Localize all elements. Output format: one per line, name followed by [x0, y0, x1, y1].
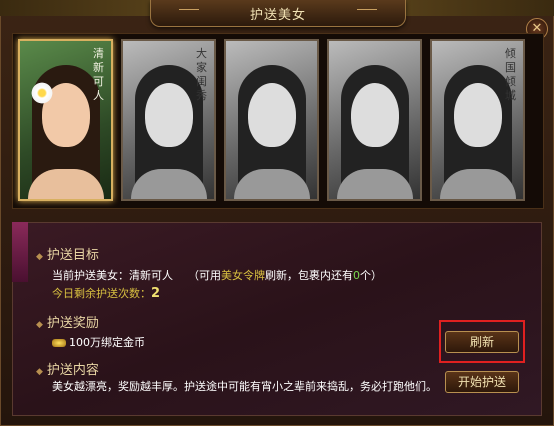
current-beauty-value: 清新可人: [129, 269, 173, 282]
hint-count: 0: [353, 269, 360, 282]
portrait-face: [248, 83, 296, 147]
portrait-caption: 倾国倾城: [505, 47, 516, 102]
portrait-beauty-1[interactable]: 清新可人: [18, 39, 113, 201]
portrait-face: [454, 83, 502, 147]
current-beauty-label: 当前护送美女：: [52, 269, 129, 282]
title-bar: 护送美女: [150, 0, 406, 27]
hint-prefix: （可用: [188, 269, 221, 282]
portrait-beauty-5[interactable]: 倾国倾城: [430, 39, 525, 201]
reward-section-title: ◆ 护送奖励: [36, 312, 99, 331]
bullet-icon: ◆: [36, 320, 43, 330]
reward-line: 100万绑定金币: [52, 334, 145, 350]
hint-item: 美女令牌: [221, 269, 265, 282]
content-title-text: 护送内容: [46, 363, 99, 378]
portrait-caption: 大家闺秀: [196, 47, 207, 102]
title-ornament-right: [357, 9, 377, 18]
content-section-title: ◆ 护送内容: [36, 359, 99, 378]
portrait-face: [351, 83, 399, 147]
bullet-icon: ◆: [36, 367, 43, 377]
refresh-button[interactable]: 刷新: [445, 331, 519, 353]
portrait-beauty-2[interactable]: 大家闺秀: [121, 39, 216, 201]
hint-mid: 刷新，包裹内还有: [265, 269, 353, 282]
gold-coin-icon: [52, 339, 66, 347]
portrait-beauty-4[interactable]: [327, 39, 422, 201]
portrait-beauty-3[interactable]: [224, 39, 319, 201]
reward-title-text: 护送奖励: [46, 316, 99, 331]
remaining-label: 今日剩余护送次数：: [52, 287, 151, 300]
target-section-title: ◆ 护送目标: [36, 244, 99, 263]
flower-icon: [30, 81, 54, 105]
ribbon-decoration: [12, 222, 28, 282]
reward-text: 100万绑定金币: [69, 336, 145, 349]
portrait-face: [145, 83, 193, 147]
current-beauty-line: 当前护送美女：清新可人: [52, 267, 173, 283]
remaining-escorts-line: 今日剩余护送次数：2: [52, 285, 160, 301]
hint-suffix: 个）: [360, 269, 382, 282]
token-hint: （可用美女令牌刷新，包裹内还有0个）: [188, 267, 382, 283]
remaining-value: 2: [151, 286, 161, 301]
portrait-caption: 清新可人: [93, 47, 104, 102]
bullet-icon: ◆: [36, 252, 43, 262]
portrait-strip: 清新可人 大家闺秀 倾国倾城: [12, 33, 544, 209]
start-escort-button[interactable]: 开始护送: [445, 371, 519, 393]
target-title-text: 护送目标: [46, 248, 99, 263]
content-description: 美女越漂亮，奖励越丰厚。护送途中可能有宵小之辈前来捣乱，务必打跑他们。: [52, 380, 437, 393]
